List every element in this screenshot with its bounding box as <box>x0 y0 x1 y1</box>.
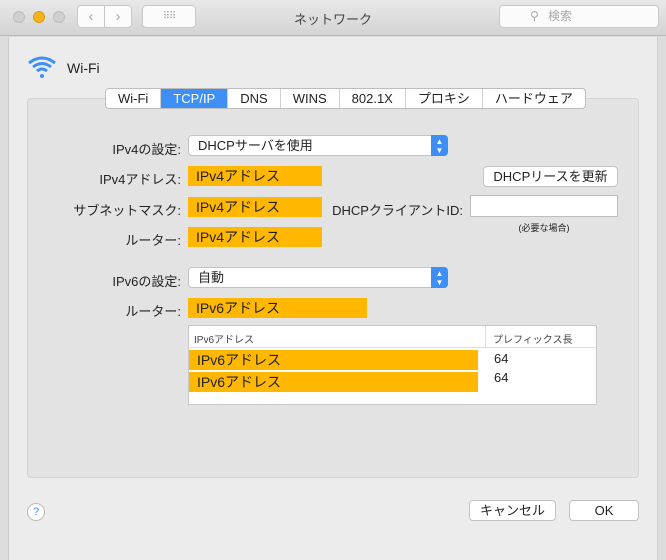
chevron-updown-icon: ▲ ▼ <box>431 267 448 288</box>
ok-button[interactable]: OK <box>569 500 639 521</box>
tab-8021x[interactable]: 802.1X <box>340 89 406 108</box>
ipv4-router-label: ルーター: <box>125 233 181 248</box>
prefix-length-cell: 64 <box>494 370 509 385</box>
prefix-length-cell: 64 <box>494 351 509 366</box>
search-icon: ⚲ <box>530 9 539 23</box>
ipv6-router-value: IPv6アドレス <box>188 298 367 318</box>
service-name: Wi-Fi <box>67 60 100 76</box>
table-row[interactable]: IPv6アドレス 64 <box>189 370 596 392</box>
help-button[interactable]: ? <box>27 503 45 521</box>
table-row[interactable]: IPv6アドレス 64 <box>189 350 596 370</box>
tab-tcpip[interactable]: TCP/IP <box>161 89 229 108</box>
ipv4-router-value: IPv4アドレス <box>188 227 322 247</box>
chevron-updown-icon: ▲ ▼ <box>431 135 448 156</box>
ipv6-config-select[interactable]: 自動 ▲ ▼ <box>188 267 448 288</box>
client-id-input[interactable] <box>470 195 618 217</box>
search-input[interactable]: ⚲ 検索 <box>499 5 659 28</box>
column-header-prefix[interactable]: プレフィックス長 <box>493 331 573 346</box>
title-bar: ‹ › ⠿⠿ ネットワーク ⚲ 検索 <box>0 0 666 36</box>
ipv4-address-label: IPv4アドレス: <box>99 172 181 187</box>
ipv4-config-value: DHCPサーバを使用 <box>198 138 313 153</box>
ipv4-config-label: IPv4の設定: <box>112 142 181 157</box>
subnet-value: IPv4アドレス <box>188 197 322 217</box>
renew-dhcp-button[interactable]: DHCPリースを更新 <box>483 166 618 187</box>
ipv6-router-label: ルーター: <box>125 304 181 319</box>
column-header-address[interactable]: IPv6アドレス <box>194 331 254 346</box>
subnet-label: サブネットマスク: <box>73 203 181 218</box>
ipv6-address-cell: IPv6アドレス <box>189 350 478 370</box>
ipv6-address-table[interactable]: IPv6アドレス プレフィックス長 IPv6アドレス 64 IPv6アドレス 6… <box>188 325 597 405</box>
ipv6-address-cell: IPv6アドレス <box>189 372 478 392</box>
ipv4-config-select[interactable]: DHCPサーバを使用 ▲ ▼ <box>188 135 448 156</box>
tab-proxy[interactable]: プロキシ <box>406 89 483 108</box>
table-header: IPv6アドレス プレフィックス長 <box>189 326 596 348</box>
wifi-icon <box>28 56 56 78</box>
tab-bar: Wi-Fi TCP/IP DNS WINS 802.1X プロキシ ハードウェア <box>105 88 586 109</box>
cancel-button[interactable]: キャンセル <box>469 500 556 521</box>
ipv6-config-label: IPv6の設定: <box>112 274 181 289</box>
ipv4-address-value: IPv4アドレス <box>188 166 322 186</box>
search-placeholder: 検索 <box>548 9 573 23</box>
client-id-hint: (必要な場合) <box>518 223 570 233</box>
tab-hardware[interactable]: ハードウェア <box>483 89 585 108</box>
client-id-label: DHCPクライアントID: <box>332 203 463 218</box>
tab-wifi[interactable]: Wi-Fi <box>106 89 162 108</box>
tab-dns[interactable]: DNS <box>228 89 281 108</box>
ipv6-config-value: 自動 <box>198 270 225 285</box>
tab-wins[interactable]: WINS <box>281 89 340 108</box>
